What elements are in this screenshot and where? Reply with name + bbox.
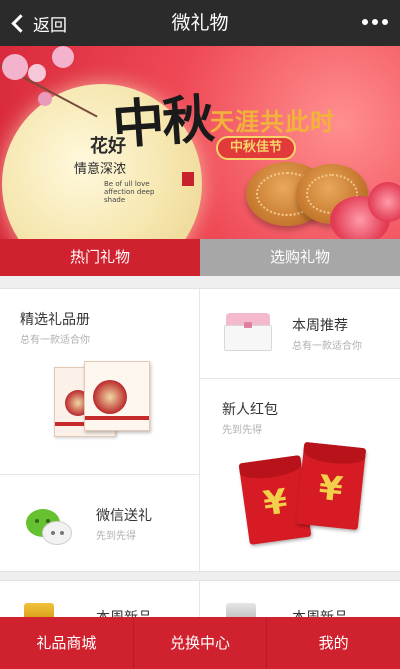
album-title: 精选礼品册: [20, 312, 90, 328]
album-subtitle: 总有一款适合你: [20, 335, 90, 346]
red-packet-card[interactable]: 新人红包 先到先得 ¥ ¥: [200, 379, 400, 573]
more-dots-icon: [362, 19, 368, 25]
album-band: [85, 416, 149, 420]
gift-album-image: [54, 359, 150, 437]
weekly-subtitle: 总有一款适合你: [292, 341, 362, 352]
wechat-eye: [35, 519, 39, 523]
bottom-nav: 礼品商城 兑换中心 我的: [0, 617, 400, 669]
more-dot: [382, 19, 388, 25]
new-products-section: 本周新品 本周新品: [0, 580, 400, 626]
plum-blossom: [2, 54, 28, 80]
album-emblem: [93, 380, 127, 414]
weekly-recommend-card[interactable]: 本周推荐 总有一款适合你: [200, 289, 400, 379]
promo-banner[interactable]: 花好 情意深浓 Be of ull love affection deep sh…: [0, 46, 400, 239]
red-packet-subtitle: 先到先得: [222, 425, 262, 436]
wechat-bubble-small: [42, 521, 72, 545]
banner-sentiment-text: 情意深浓: [74, 162, 127, 177]
gift-case-image: [224, 313, 272, 351]
wechat-subtitle: 先到先得: [96, 531, 136, 542]
wechat-title: 微信送礼: [96, 508, 152, 524]
nav-my-account[interactable]: 我的: [267, 617, 400, 669]
wechat-eye: [51, 531, 55, 535]
new-products-card-left[interactable]: 本周新品: [0, 581, 200, 626]
banner-badge: 中秋佳节: [216, 136, 296, 160]
banner-slogan: 天涯共此时: [210, 107, 335, 136]
nav-gift-mall[interactable]: 礼品商城: [0, 617, 134, 669]
gift-tabs: 热门礼物 选购礼物: [0, 239, 400, 276]
wechat-gift-card[interactable]: 微信送礼 先到先得: [0, 475, 200, 573]
page-title: 微礼物: [171, 12, 229, 34]
envelope-flap: [238, 455, 303, 482]
wechat-icon: [26, 509, 76, 549]
plum-blossom: [38, 92, 52, 106]
header-bar: 返回 微礼物: [0, 0, 400, 46]
album-card[interactable]: 精选礼品册 总有一款适合你: [0, 289, 200, 475]
red-packet-title: 新人红包: [222, 402, 278, 418]
banner-calligraphy: 中秋: [110, 88, 215, 157]
case-clasp: [244, 322, 252, 328]
tab-shop-gifts[interactable]: 选购礼物: [200, 239, 400, 276]
banner-english-text: Be of ull love affection deep shade: [104, 180, 155, 204]
new-products-card-right[interactable]: 本周新品: [200, 581, 400, 626]
envelope-flap: [302, 441, 367, 467]
more-menu-button[interactable]: [362, 19, 388, 25]
plum-blossom: [52, 46, 74, 68]
peony-flower: [368, 182, 400, 222]
more-dot: [372, 19, 378, 25]
red-envelope-image: ¥ ¥: [238, 441, 367, 545]
weekly-title: 本周推荐: [292, 318, 348, 334]
tab-hot-gifts[interactable]: 热门礼物: [0, 239, 200, 276]
red-envelope: ¥: [295, 441, 367, 531]
yen-symbol: ¥: [316, 467, 345, 511]
album-card-front: [84, 361, 150, 431]
nav-redeem-center[interactable]: 兑换中心: [134, 617, 268, 669]
plum-blossom: [28, 64, 46, 82]
feature-grid: 精选礼品册 总有一款适合你 微信送礼 先到先得 本周推荐 总有一款适合你 新人红…: [0, 288, 400, 573]
wechat-eye: [60, 531, 64, 535]
seal-stamp: [182, 172, 194, 186]
case-body: [224, 325, 272, 351]
